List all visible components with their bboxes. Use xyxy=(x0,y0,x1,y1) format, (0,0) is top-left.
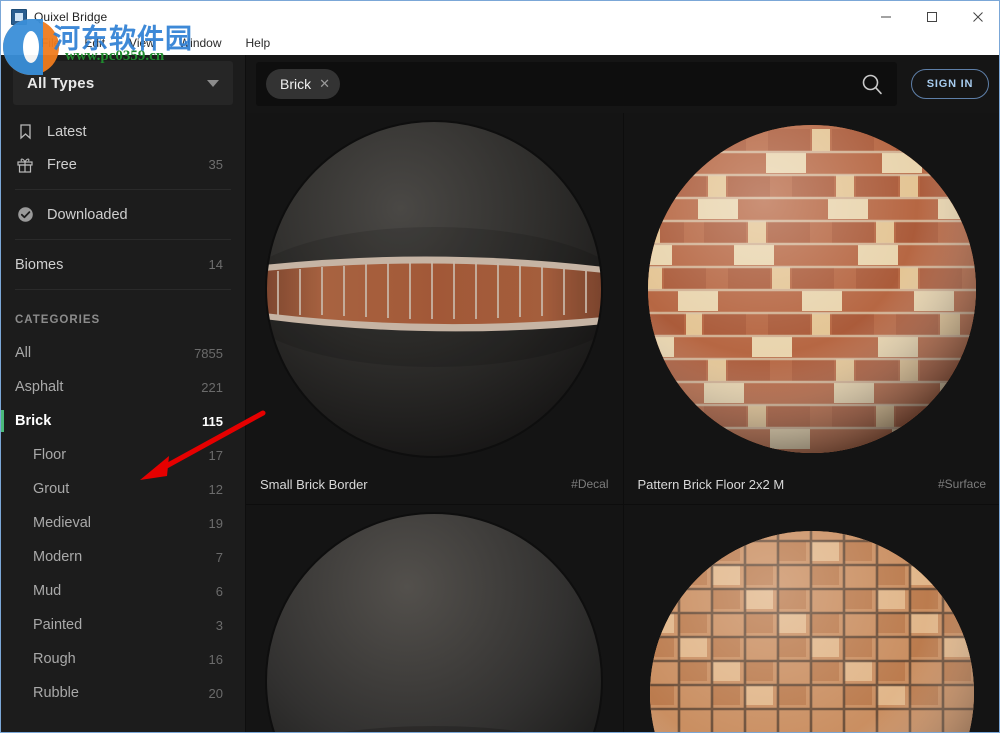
type-filter-dropdown[interactable]: All Types xyxy=(13,61,233,105)
sidebar-divider xyxy=(15,189,231,190)
bookmark-icon xyxy=(15,123,35,141)
sign-in-label: SIGN IN xyxy=(927,78,974,90)
asset-grid: Small Brick Border #Decal xyxy=(246,113,1000,733)
sidebar-item-latest[interactable]: Latest xyxy=(1,115,245,148)
close-button[interactable] xyxy=(955,1,1000,32)
category-count: 20 xyxy=(209,686,223,701)
category-label: Medieval xyxy=(33,515,91,531)
category-label: Rubble xyxy=(33,685,79,701)
category-item-grout[interactable]: Grout 12 xyxy=(1,472,245,506)
category-count: 12 xyxy=(209,482,223,497)
search-chip-brick[interactable]: Brick ✕ xyxy=(266,69,340,99)
category-item-brick[interactable]: Brick 115 xyxy=(1,404,245,438)
top-bar: Brick ✕ SIGN IN xyxy=(246,55,1000,113)
gift-icon xyxy=(15,156,35,174)
sidebar-item-free[interactable]: Free 35 xyxy=(1,148,245,181)
sidebar-item-label: Downloaded xyxy=(47,207,128,223)
category-label: Asphalt xyxy=(15,379,63,395)
sign-in-button[interactable]: SIGN IN xyxy=(911,69,989,99)
asset-thumbnail-brick-sphere-pattern xyxy=(624,113,1000,464)
categories-list: All 7855 Asphalt 221 Brick 115 Floor 17 … xyxy=(1,336,245,710)
menu-item-help[interactable]: Help xyxy=(234,32,283,55)
category-item-modern[interactable]: Modern 7 xyxy=(1,540,245,574)
category-label: All xyxy=(15,345,31,361)
asset-caption: Small Brick Border #Decal xyxy=(246,464,623,504)
asset-tag: #Decal xyxy=(571,477,608,491)
category-label: Mud xyxy=(33,583,61,599)
asset-caption: Pattern Brick Floor 2x2 M #Surface xyxy=(624,464,1000,504)
category-count: 7 xyxy=(216,550,223,565)
minimize-button[interactable] xyxy=(863,1,909,32)
app-body: All Types Latest xyxy=(1,55,1000,733)
sidebar-item-downloaded[interactable]: Downloaded xyxy=(1,198,245,231)
menu-item-view[interactable]: View xyxy=(117,32,167,55)
sidebar: All Types Latest xyxy=(1,55,246,733)
category-item-rubble[interactable]: Rubble 20 xyxy=(1,676,245,710)
category-count: 3 xyxy=(216,618,223,633)
sidebar-nav: Latest Free 35 xyxy=(1,105,245,290)
category-item-painted[interactable]: Painted 3 xyxy=(1,608,245,642)
sidebar-divider xyxy=(15,239,231,240)
category-item-rough[interactable]: Rough 16 xyxy=(1,642,245,676)
asset-thumbnail-brick-sphere-grid xyxy=(624,505,1000,733)
asset-card[interactable] xyxy=(246,505,624,733)
category-count: 19 xyxy=(209,516,223,531)
asset-name: Pattern Brick Floor 2x2 M xyxy=(638,477,785,492)
type-filter-label: All Types xyxy=(27,75,94,92)
category-label: Modern xyxy=(33,549,82,565)
category-count: 6 xyxy=(216,584,223,599)
category-item-floor[interactable]: Floor 17 xyxy=(1,438,245,472)
main-panel: Brick ✕ SIGN IN xyxy=(246,55,1000,733)
sidebar-item-label: Latest xyxy=(47,124,87,140)
category-item-asphalt[interactable]: Asphalt 221 xyxy=(1,370,245,404)
asset-card[interactable]: Pattern Brick Floor 2x2 M #Surface xyxy=(624,113,1000,505)
sidebar-item-biomes[interactable]: Biomes 14 xyxy=(1,248,245,281)
asset-card[interactable] xyxy=(624,505,1000,733)
asset-thumbnail-dark-sphere-brick-band xyxy=(246,113,623,464)
search-chip-label: Brick xyxy=(280,76,311,92)
sidebar-item-label: Biomes xyxy=(15,257,63,273)
check-circle-icon xyxy=(15,206,35,224)
category-label: Grout xyxy=(33,481,69,497)
category-label: Floor xyxy=(33,447,66,463)
category-item-medieval[interactable]: Medieval 19 xyxy=(1,506,245,540)
chevron-down-icon xyxy=(207,80,219,87)
asset-card[interactable]: Small Brick Border #Decal xyxy=(246,113,624,505)
menu-item-file[interactable]: File xyxy=(29,32,72,55)
category-item-mud[interactable]: Mud 6 xyxy=(1,574,245,608)
asset-name: Small Brick Border xyxy=(260,477,368,492)
search-input[interactable]: Brick ✕ xyxy=(256,62,897,106)
sidebar-item-count: 35 xyxy=(209,157,223,172)
menu-item-window[interactable]: Window xyxy=(167,32,234,55)
window-title: Quixel Bridge xyxy=(34,10,107,24)
category-item-all[interactable]: All 7855 xyxy=(1,336,245,370)
window-controls xyxy=(863,1,1000,32)
maximize-button[interactable] xyxy=(909,1,955,32)
category-count: 115 xyxy=(202,414,223,429)
asset-thumbnail-dark-sphere-rubble-band xyxy=(246,505,623,733)
app-window: Quixel Bridge File Edit View Window Help… xyxy=(0,0,1000,733)
sidebar-item-label: Free xyxy=(47,157,77,173)
categories-header: CATEGORIES xyxy=(1,298,245,336)
sidebar-item-count: 14 xyxy=(209,257,223,272)
title-bar[interactable]: Quixel Bridge xyxy=(1,1,1000,32)
menu-bar: File Edit View Window Help xyxy=(1,32,1000,55)
menu-item-edit[interactable]: Edit xyxy=(72,32,117,55)
asset-tag: #Surface xyxy=(938,477,986,491)
category-count: 16 xyxy=(209,652,223,667)
category-label: Rough xyxy=(33,651,76,667)
category-count: 17 xyxy=(209,448,223,463)
category-label: Painted xyxy=(33,617,82,633)
category-label: Brick xyxy=(15,413,51,429)
sidebar-divider xyxy=(15,289,231,290)
category-count: 7855 xyxy=(194,346,223,361)
app-icon xyxy=(11,9,27,25)
close-icon[interactable]: ✕ xyxy=(319,76,330,92)
search-icon[interactable] xyxy=(861,73,883,95)
category-count: 221 xyxy=(201,380,223,395)
